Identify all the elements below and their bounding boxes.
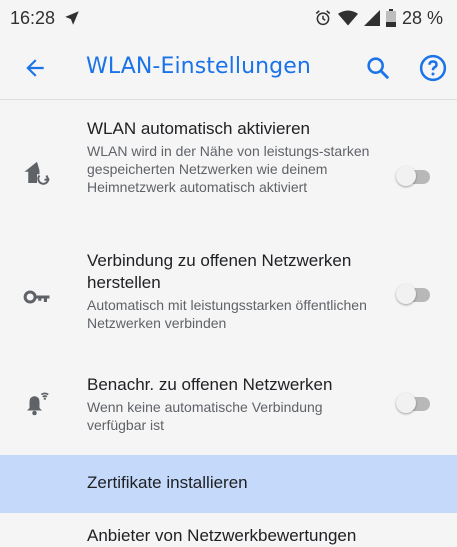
setting-text: WLAN automatisch aktivieren WLAN wird in… xyxy=(87,118,373,196)
setting-open-networks-connect[interactable]: Verbindung zu offenen Netzwerken herstel… xyxy=(0,250,457,342)
back-arrow-icon[interactable] xyxy=(22,55,48,81)
battery-percent: 28 % xyxy=(401,7,443,28)
open-networks-connect-toggle[interactable] xyxy=(394,282,434,306)
setting-title: WLAN automatisch aktivieren xyxy=(87,119,310,138)
install-certificates-item[interactable]: Zertifikate installieren xyxy=(0,455,457,513)
battery-icon xyxy=(385,9,396,27)
setting-open-networks-notify[interactable]: Benachr. zu offenen Netzwerken Wenn kein… xyxy=(0,374,457,440)
page-title: WLAN-Einstellungen xyxy=(86,54,311,79)
status-bar: 16:28 28 % xyxy=(0,0,457,36)
alarm-icon xyxy=(315,10,331,26)
app-toolbar: WLAN-Einstellungen xyxy=(0,40,457,98)
auto-wlan-toggle[interactable] xyxy=(394,164,434,188)
open-networks-notify-toggle[interactable] xyxy=(394,391,434,415)
toggle-thumb xyxy=(396,166,416,186)
install-certificates-label: Zertifikate installieren xyxy=(87,473,248,492)
setting-text: Verbindung zu offenen Netzwerken herstel… xyxy=(87,250,373,332)
toggle-thumb xyxy=(396,284,416,304)
setting-title: Benachr. zu offenen Netzwerken xyxy=(87,375,333,394)
home-wifi-icon xyxy=(24,161,50,185)
toolbar-divider xyxy=(0,99,457,100)
toggle-thumb xyxy=(396,393,416,413)
navigation-arrow-icon xyxy=(65,11,79,25)
help-icon[interactable] xyxy=(418,53,448,83)
network-rating-provider-item[interactable]: Anbieter von Netzwerkbewertungen xyxy=(87,525,356,547)
search-icon[interactable] xyxy=(364,54,392,82)
setting-subtitle: WLAN wird in der Nähe von leistungs-star… xyxy=(87,143,370,195)
notification-wifi-icon xyxy=(27,392,49,416)
setting-subtitle: Wenn keine automatische Verbindung verfü… xyxy=(87,399,323,433)
key-icon xyxy=(23,290,50,304)
setting-auto-wlan[interactable]: WLAN automatisch aktivieren WLAN wird in… xyxy=(0,118,457,226)
status-time: 16:28 xyxy=(10,7,56,28)
setting-text: Benachr. zu offenen Netzwerken Wenn kein… xyxy=(87,374,373,434)
setting-title: Verbindung zu offenen Netzwerken herstel… xyxy=(87,251,352,292)
wifi-icon xyxy=(337,10,358,26)
setting-subtitle: Automatisch mit leistungsstarken öffentl… xyxy=(87,297,367,331)
signal-icon xyxy=(363,10,380,26)
